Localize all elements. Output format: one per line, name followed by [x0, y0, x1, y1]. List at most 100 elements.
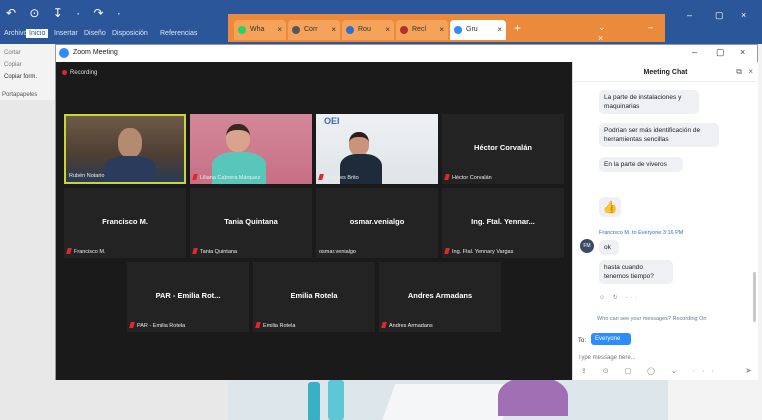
participant-name-label: osmar.venialgo — [319, 249, 356, 255]
close-tab-icon[interactable]: × — [439, 25, 444, 34]
zoom-window-title: Zoom Meeting — [73, 49, 118, 56]
chat-message: ok — [599, 240, 619, 255]
muted-mic-icon — [192, 248, 198, 254]
zoom-icon — [454, 26, 462, 34]
close-tab-icon[interactable]: × — [331, 25, 336, 34]
browser-tab-mail[interactable]: Corr × — [288, 20, 340, 40]
participant-display-name: Emilia Rotela — [290, 291, 338, 300]
clipboard-section-label: Portapapeles — [2, 92, 38, 98]
participant-display-name: Ing. Ftal. Yennar... — [471, 217, 535, 226]
whatsapp-icon — [238, 26, 246, 34]
participant-display-name: Tania Quintana — [224, 217, 278, 226]
chat-toolbar[interactable]: ⇪ ⊙ ▢ ◯ ⌄ ··· — [581, 367, 721, 375]
word-window-controls: – ▢ × — [665, 0, 762, 44]
participant-display-name: Héctor Corvalán — [474, 143, 532, 152]
chat-scrollbar[interactable] — [753, 272, 756, 322]
participant-tile[interactable]: Liliana Cabrera Márquez — [190, 114, 312, 184]
message-actions[interactable]: ☺ ↻ ··· — [599, 294, 640, 301]
muted-mic-icon — [255, 322, 261, 328]
tab-insertar[interactable]: Insertar — [54, 30, 78, 37]
muted-mic-icon — [318, 174, 324, 180]
muted-mic-icon — [444, 174, 450, 180]
muted-mic-icon — [381, 322, 387, 328]
who-can-see-notice[interactable]: Who can see your messages? Recording On — [597, 316, 706, 322]
browser-tab-rou[interactable]: Rou × — [342, 20, 394, 40]
participant-tile[interactable]: Héctor Corvalán Héctor Corvalán — [442, 114, 564, 184]
participant-display-name: PAR - Emilia Rot... — [155, 291, 221, 300]
participant-name-label: Lourdes Brito — [318, 174, 359, 181]
maximize-button[interactable]: ▢ — [715, 10, 724, 21]
participant-name-label: Ing. Ftal. Yennary Vargas — [444, 248, 513, 255]
close-button[interactable]: × — [741, 10, 746, 20]
new-tab-button[interactable]: + — [514, 21, 521, 35]
minimize-button[interactable]: – — [687, 10, 692, 20]
participant-name-label: Héctor Corvalán — [444, 174, 492, 181]
avatar: FM — [580, 239, 594, 253]
participant-tile[interactable]: Emilia Rotela Emilia Rotela — [253, 262, 375, 332]
close-tab-icon[interactable]: × — [277, 25, 282, 34]
cut-button[interactable]: Cortar — [4, 50, 21, 56]
chat-message: Podrían ser más identificación de herram… — [599, 123, 719, 147]
popout-icon[interactable]: ⧉ — [736, 67, 742, 77]
participant-tile[interactable]: Rubén Notario — [64, 114, 186, 184]
tab-referencias[interactable]: Referencias — [160, 30, 197, 37]
participant-tile[interactable]: PAR - Emilia Rot... PAR - Emilia Rotela — [127, 262, 249, 332]
recording-indicator: Recording — [62, 70, 97, 76]
video-gallery: Recording Rubén Notario Liliana Cabrera … — [56, 62, 572, 380]
meeting-chat-panel: Meeting Chat ⧉ × La parte de instalacion… — [572, 62, 758, 380]
tab-archivo[interactable]: Archivo — [4, 30, 27, 37]
word-ribbon-tabs: Archivo Inicio Insertar Diseño Disposici… — [0, 28, 230, 44]
muted-mic-icon — [129, 322, 135, 328]
participant-tile[interactable]: Andres Armadans Andres Armadans — [379, 262, 501, 332]
chat-message: En la parte de viveros — [599, 157, 683, 172]
tab-inicio[interactable]: Inicio — [26, 29, 49, 38]
participant-display-name: Francisco M. — [102, 217, 148, 226]
participant-video — [118, 128, 142, 158]
participant-name-label: Emilia Rotela — [255, 322, 295, 329]
participant-name-label: Andres Armadans — [381, 322, 433, 329]
chat-message: hasta cuando tenemos tiempo? — [599, 260, 673, 284]
chat-message-input[interactable] — [578, 353, 748, 363]
zoom-meeting-window: Zoom Meeting – ▢ × Recording Rubén Notar… — [55, 44, 758, 380]
participant-tile[interactable]: Ing. Ftal. Yennar... Ing. Ftal. Yennary … — [442, 188, 564, 258]
close-tab-icon[interactable]: × — [385, 25, 390, 34]
participant-name-label: Tania Quintana — [192, 248, 237, 255]
participant-video — [349, 132, 369, 156]
browser-tab-whatsapp[interactable]: Wha × — [234, 20, 286, 40]
background-sign: OEI — [324, 116, 340, 126]
zoom-titlebar: Zoom Meeting – ▢ × — [56, 45, 757, 62]
format-painter-button[interactable]: Copiar form. — [4, 74, 37, 80]
tab-disposicion[interactable]: Disposición — [112, 30, 148, 37]
participant-display-name: osmar.venialgo — [349, 217, 405, 226]
chat-title: Meeting Chat — [643, 69, 688, 76]
recording-dot-icon — [62, 70, 67, 75]
participant-tile[interactable]: Francisco M. Francisco M. — [64, 188, 186, 258]
participant-tile[interactable]: osmar.venialgo osmar.venialgo — [316, 188, 438, 258]
muted-mic-icon — [66, 248, 72, 254]
minimize-button[interactable]: – — [692, 47, 697, 57]
participant-tile[interactable]: Tania Quintana Tania Quintana — [190, 188, 312, 258]
browser-tab-recl[interactable]: Recl × — [396, 20, 448, 40]
participant-video — [226, 124, 250, 152]
recipient-dropdown[interactable]: Everyone ⌄ — [591, 333, 631, 349]
muted-mic-icon — [444, 248, 450, 254]
close-tab-icon[interactable]: × — [497, 25, 502, 34]
close-button[interactable]: × — [740, 47, 745, 57]
browser-tab-gru[interactable]: Gru × — [450, 20, 506, 40]
recipient-label: To: — [578, 338, 587, 344]
participant-tile[interactable]: OEI Lourdes Brito — [316, 114, 438, 184]
site-icon — [346, 26, 354, 34]
participant-name-label: Francisco M. — [66, 248, 105, 255]
mail-icon — [292, 26, 300, 34]
participant-name-label: Liliana Cabrera Márquez — [192, 174, 260, 181]
maximize-button[interactable]: ▢ — [716, 47, 725, 58]
chat-message: La parte de instalaciones y maquinarias — [599, 90, 699, 114]
quick-access-toolbar[interactable]: ↶ ⊙ ↧ · ↷ · — [6, 6, 126, 20]
send-icon[interactable]: ➤ — [745, 366, 752, 375]
copy-button[interactable]: Copiar — [4, 62, 22, 68]
tab-diseno[interactable]: Diseño — [84, 30, 106, 37]
close-icon[interactable]: × — [748, 67, 753, 76]
participant-name-label: Rubén Notario — [69, 173, 105, 179]
muted-mic-icon — [192, 174, 198, 180]
participant-name-label: PAR - Emilia Rotela — [129, 322, 185, 329]
